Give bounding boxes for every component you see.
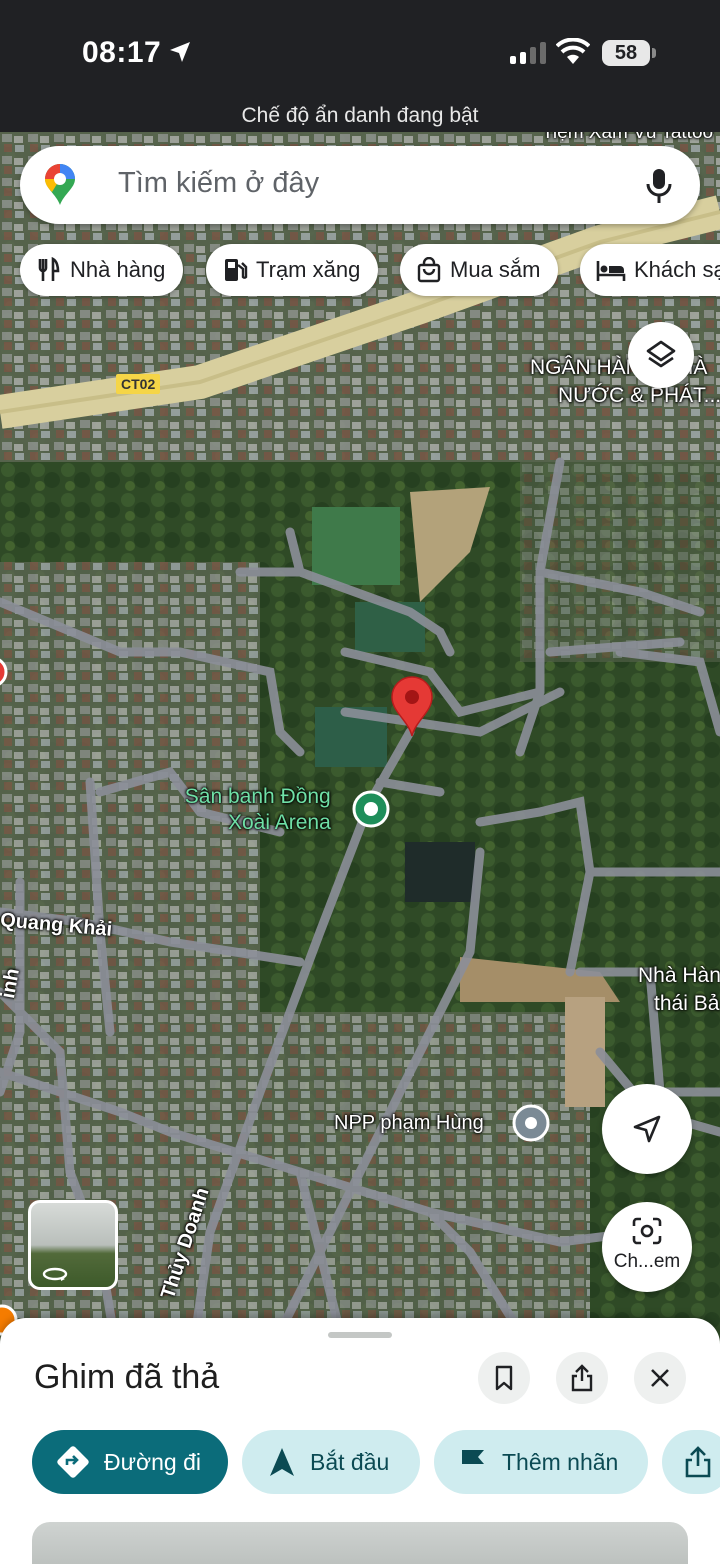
place-sheet[interactable]: Ghim đã thả Đường đi Bắt đầu Thêm nhãn	[0, 1318, 720, 1564]
navigation-arrow-icon	[633, 1115, 661, 1143]
place-photo[interactable]	[32, 1522, 688, 1564]
bookmark-icon	[495, 1365, 513, 1391]
add-label-label: Thêm nhãn	[502, 1448, 619, 1475]
road-shield-ct02: CT02	[116, 374, 161, 394]
layers-icon	[646, 340, 676, 368]
status-time: 08:17	[82, 36, 162, 69]
chip-label: Nhà hàng	[70, 257, 166, 282]
share-icon	[571, 1364, 593, 1392]
dropped-pin-icon[interactable]	[390, 676, 434, 738]
chip-restaurants[interactable]: Nhà hàng	[20, 244, 184, 296]
business-poi-icon[interactable]	[512, 1104, 550, 1142]
flag-icon	[462, 1450, 484, 1475]
close-button[interactable]	[634, 1352, 686, 1404]
add-label-button[interactable]: Thêm nhãn	[434, 1430, 648, 1494]
search-bar[interactable]: Tìm kiếm ở đây	[20, 146, 700, 224]
street-view-thumbnail[interactable]	[28, 1200, 118, 1290]
mic-icon[interactable]	[646, 168, 672, 204]
gas-station-icon	[225, 259, 248, 281]
camera-lens-icon	[632, 1217, 662, 1245]
chip-gas[interactable]: Trạm xăng	[206, 244, 379, 296]
share-action-button[interactable]	[662, 1430, 720, 1494]
my-location-button[interactable]	[602, 1084, 692, 1174]
hotel-icon	[596, 261, 626, 281]
location-arrow-icon	[170, 42, 190, 62]
category-chips: Nhà hàng Trạm xăng Mua sắm Khách sạn	[20, 244, 720, 298]
map-label-restaurant-line1: Nhà Hàn	[638, 964, 720, 987]
battery-indicator: 58	[602, 40, 650, 66]
map-label-restaurant-line2: thái Bả	[654, 992, 720, 1015]
sheet-title: Ghim đã thả	[34, 1358, 220, 1396]
poi-edge-red-icon[interactable]	[0, 654, 10, 690]
status-bar: 08:17 58 Chế độ ẩn danh đang bật	[0, 0, 720, 132]
restaurant-icon	[38, 257, 60, 281]
map-label-arena-line2: Xoài Arena	[228, 811, 331, 834]
map-label-arena[interactable]: Sân banh Đồng Xoài Arena	[182, 784, 331, 836]
chip-label: Mua sắm	[450, 257, 541, 282]
directions-button[interactable]: Đường đi	[32, 1430, 228, 1494]
navigation-arrow-icon	[270, 1448, 294, 1476]
sheet-drag-handle[interactable]	[328, 1332, 392, 1338]
google-maps-logo-icon	[45, 164, 75, 205]
chip-shopping[interactable]: Mua sắm	[400, 244, 559, 296]
close-icon	[651, 1369, 669, 1387]
save-button[interactable]	[478, 1352, 530, 1404]
directions-icon	[57, 1446, 89, 1478]
map-label-bank-line2: NƯỚC & PHÁT...	[558, 384, 720, 407]
chip-label: Khách sạn	[634, 257, 720, 282]
chip-hotels[interactable]: Khách sạn	[580, 244, 720, 296]
map-label-tattoo[interactable]: Tiệm Xăm Vũ Tattoo	[542, 132, 713, 144]
layers-button[interactable]	[628, 322, 694, 388]
map-label-npp[interactable]: NPP phạm Hùng	[334, 1112, 484, 1135]
satellite-map[interactable]: CT02 Tiệm Xăm Vũ Tattoo NGÂN HÀNG NHÀ NƯ…	[0, 132, 720, 1372]
cellular-signal-icon	[510, 42, 546, 64]
map-label-arena-line1: Sân banh Đồng	[184, 785, 331, 808]
share-icon	[685, 1446, 711, 1478]
lens-button[interactable]: Ch...em	[602, 1202, 692, 1292]
directions-label: Đường đi	[104, 1448, 201, 1475]
search-input[interactable]: Tìm kiếm ở đây	[118, 167, 319, 200]
start-button[interactable]: Bắt đầu	[242, 1430, 420, 1494]
incognito-banner: Chế độ ẩn danh đang bật	[241, 104, 479, 127]
lens-label: Ch...em	[613, 1251, 681, 1272]
satellite-imagery	[0, 132, 720, 1372]
wifi-icon	[556, 38, 590, 64]
stadium-poi-icon[interactable]	[352, 790, 390, 828]
shopping-bag-icon	[417, 257, 441, 283]
start-label: Bắt đầu	[310, 1448, 390, 1475]
battery-tip	[652, 48, 656, 58]
rotate-360-icon	[42, 1267, 68, 1281]
share-button[interactable]	[556, 1352, 608, 1404]
map-label-restaurant[interactable]: Nhà Hàn thái Bả	[638, 962, 720, 1018]
chip-label: Trạm xăng	[256, 257, 361, 282]
